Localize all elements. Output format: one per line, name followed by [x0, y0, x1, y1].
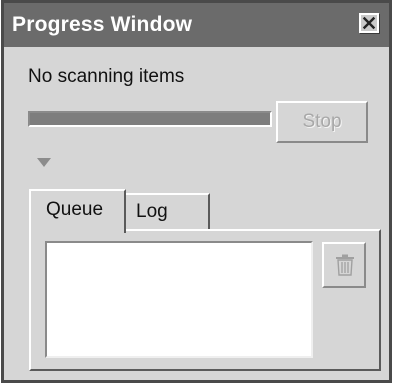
stop-button[interactable]: Stop — [276, 101, 368, 143]
status-label: No scanning items — [28, 66, 185, 87]
delete-button[interactable] — [322, 242, 366, 288]
close-icon — [362, 16, 376, 30]
trash-icon — [336, 254, 354, 276]
close-button[interactable] — [359, 13, 379, 33]
window-title: Progress Window — [12, 13, 193, 36]
triangle-down-icon[interactable] — [36, 157, 52, 169]
tab-queue[interactable]: Queue — [29, 189, 126, 233]
title-bar[interactable]: Progress Window — [4, 3, 389, 47]
progress-window: Progress Window No scanning items Stop L… — [1, 0, 392, 383]
tab-log[interactable]: Log — [124, 193, 210, 231]
progress-bar-fill — [30, 113, 270, 125]
queue-list[interactable] — [45, 241, 313, 358]
queue-tab-panel — [29, 229, 381, 371]
progress-bar — [28, 111, 272, 127]
